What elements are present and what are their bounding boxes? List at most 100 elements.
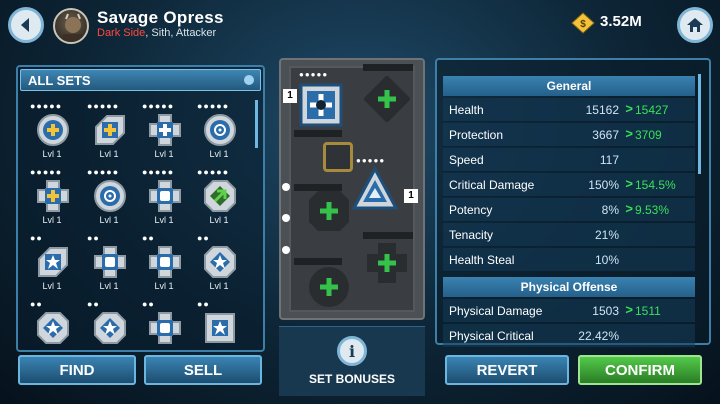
mod-level: Lvl 1	[42, 281, 62, 291]
slot-triangle[interactable]	[351, 165, 399, 212]
stat-current-value: 1503	[592, 304, 619, 318]
set-bonuses-label: SET BONUSES	[308, 372, 395, 386]
slot-square[interactable]	[298, 82, 344, 128]
mod-item[interactable]: ●● Lvl 1	[83, 234, 135, 296]
mod-item[interactable]: ●●●●● Lvl 1	[26, 168, 78, 230]
mod-dots: ●●●●●	[30, 167, 63, 177]
arrow-mod-icon	[95, 115, 125, 145]
stat-label: Potency	[449, 203, 493, 217]
find-label: FIND	[59, 361, 95, 379]
mod-item[interactable]: ●●	[138, 300, 190, 362]
back-button[interactable]	[8, 7, 44, 43]
mod-level: Lvl 1	[209, 215, 229, 225]
svg-text:$: $	[580, 19, 586, 30]
mod-item[interactable]: ●● Lvl 1	[138, 234, 190, 296]
slot-diamond[interactable]	[306, 188, 352, 234]
character-tags: Dark Side, Sith, Attacker	[97, 27, 216, 39]
mod-item[interactable]: ●●●●● Lvl 1	[83, 102, 135, 164]
sell-button[interactable]: SELL	[144, 355, 262, 385]
mod-item[interactable]: ●●●●● Lvl 1	[83, 168, 135, 230]
mod-item[interactable]: ●●	[26, 300, 78, 362]
stat-row: Speed 117	[443, 148, 695, 172]
diamond-mod-icon	[204, 180, 236, 212]
mod-item[interactable]: ●●	[83, 300, 135, 362]
back-arrow-icon	[21, 18, 29, 32]
cross-mod-icon	[149, 114, 181, 146]
mod-level: Lvl 1	[209, 281, 229, 291]
stats-section-header: General	[443, 76, 695, 96]
increase-arrow-icon: >	[625, 302, 633, 317]
character-portrait	[53, 8, 89, 44]
cross-mod-icon	[37, 180, 69, 212]
revert-button[interactable]: REVERT	[445, 355, 569, 385]
mod-dots: ●●	[197, 299, 210, 309]
stat-new-value: 9.53%	[635, 203, 670, 217]
credits-icon: $	[571, 12, 595, 34]
stat-label: Physical Critical	[449, 329, 534, 343]
stat-new-value: 3709	[635, 128, 662, 142]
stat-label: Health Steal	[449, 253, 515, 267]
circle-mod-icon	[37, 114, 69, 146]
mod-level: Lvl 1	[99, 215, 119, 225]
role-tags: , Sith, Attacker	[145, 27, 217, 39]
slot-circle[interactable]	[306, 264, 352, 310]
mod-item[interactable]: ●● Lvl 1	[193, 234, 245, 296]
mod-dots: ●●	[87, 233, 100, 243]
slot-indicator	[282, 214, 290, 222]
inventory-scrollbar[interactable]	[255, 100, 258, 148]
mod-item[interactable]: ●●	[193, 300, 245, 362]
slot-cross[interactable]	[364, 240, 410, 286]
mod-dots: ●●	[142, 299, 155, 309]
diamond-mod-icon	[37, 312, 69, 344]
stat-row: Tenacity 21%	[443, 223, 695, 247]
square-mod-icon	[299, 83, 343, 127]
arrow-mod-icon	[38, 247, 68, 277]
mod-item[interactable]: ●●●●● Lvl 1	[138, 168, 190, 230]
mod-level: Lvl 1	[42, 215, 62, 225]
home-button[interactable]	[677, 7, 713, 43]
stat-label: Protection	[449, 128, 504, 142]
dropdown-icon	[244, 75, 254, 85]
mod-level: Lvl 1	[154, 149, 174, 159]
confirm-label: CONFIRM	[605, 361, 675, 379]
mod-dots: ●●	[30, 233, 43, 243]
stats-scrollbar[interactable]	[698, 74, 701, 174]
increase-arrow-icon: >	[625, 176, 633, 191]
confirm-button[interactable]: CONFIRM	[578, 355, 702, 385]
stat-current-value: 8%	[601, 203, 619, 217]
stat-value: 21%	[594, 228, 619, 242]
mod-item[interactable]: ●●●●● Lvl 1	[26, 102, 78, 164]
stat-label: Health	[449, 103, 484, 117]
mod-item[interactable]: ●● Lvl 1	[26, 234, 78, 296]
stat-current-value: 3667	[592, 128, 619, 142]
empty-circle-slot-icon	[309, 267, 349, 307]
mod-dots: ●●	[30, 299, 43, 309]
set-filter-dropdown[interactable]: ALL SETS	[20, 69, 261, 91]
mod-item[interactable]: ●●●●● Lvl 1	[193, 102, 245, 164]
triangle-level: 1	[404, 189, 418, 203]
empty-diamond-slot-icon	[309, 191, 349, 231]
mod-dots: ●●	[87, 299, 100, 309]
slot-indicator	[282, 183, 290, 191]
stat-current-value: 150%	[588, 178, 619, 192]
stats-section-header: Physical Offense	[443, 277, 695, 297]
mod-dots: ●●●●●	[142, 167, 175, 177]
stat-row: Potency 8% >9.53%	[443, 198, 695, 222]
info-icon[interactable]: i	[337, 336, 367, 366]
mod-item[interactable]: ●●●●● Lvl 1	[193, 168, 245, 230]
mod-dots: ●●	[197, 233, 210, 243]
stat-row: Physical Critical 22.42%	[443, 324, 695, 348]
slot-arrow[interactable]	[362, 74, 412, 124]
slot-indicator	[282, 246, 290, 254]
square-level: 1	[283, 89, 297, 103]
empty-arrow-slot-icon	[362, 74, 412, 124]
stat-value: 22.42%	[578, 329, 619, 343]
find-button[interactable]: FIND	[18, 355, 136, 385]
mod-item[interactable]: ●●●●● Lvl 1	[138, 102, 190, 164]
circle-mod-icon	[204, 114, 236, 146]
alignment-label: Dark Side	[97, 27, 146, 39]
cross-mod-icon	[149, 246, 181, 278]
set-filter-label: ALL SETS	[28, 73, 91, 88]
slot-bar	[363, 232, 413, 239]
stat-row: Health 15162 >15427	[443, 98, 695, 122]
